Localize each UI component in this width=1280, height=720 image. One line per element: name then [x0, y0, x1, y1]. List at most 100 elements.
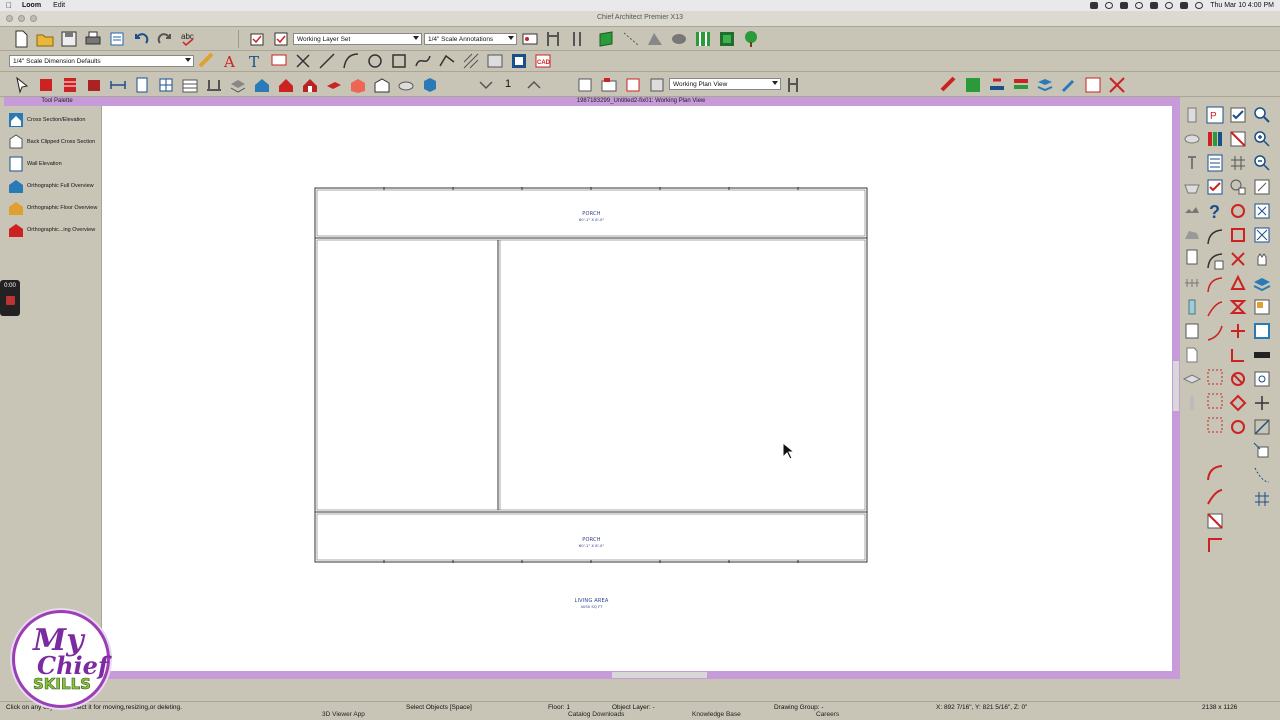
fence-icon[interactable] — [1182, 273, 1202, 293]
tool-palette-header[interactable]: Tool Palette — [4, 97, 110, 106]
callout-icon[interactable] — [270, 52, 288, 70]
room-label-living-area[interactable]: LIVING AREA 4050 SQ FT — [559, 599, 624, 610]
clock-text[interactable]: Thu Mar 10 4:00 PM — [1210, 2, 1274, 9]
line-tool-icon[interactable] — [318, 52, 336, 70]
layer-display-icon[interactable] — [248, 30, 266, 48]
link-careers[interactable]: Careers — [816, 711, 839, 718]
layers-blue-icon[interactable] — [1252, 273, 1272, 293]
room-tool-icon[interactable] — [349, 76, 367, 94]
dimension-angle-icon[interactable] — [1252, 417, 1272, 437]
redo-icon[interactable] — [156, 30, 174, 48]
stone-icon[interactable] — [1182, 225, 1202, 245]
cabinet-small-icon[interactable] — [1182, 321, 1202, 341]
floor-down-icon[interactable] — [477, 76, 495, 94]
edit-grid-icon[interactable] — [1228, 129, 1248, 149]
arc-edit-icon[interactable] — [1205, 251, 1225, 271]
saved-views-icon[interactable] — [648, 76, 666, 94]
zoom-in-icon[interactable] — [1252, 129, 1272, 149]
palette-item-wall-elevation[interactable]: Wall Elevation — [7, 155, 62, 173]
floor-plan[interactable] — [102, 106, 1172, 671]
material-list-icon[interactable] — [1084, 76, 1102, 94]
palette-item-cross-section[interactable]: Cross Section/Elevation — [7, 111, 85, 129]
new-plan-icon[interactable] — [12, 30, 30, 48]
pan-icon[interactable] — [1252, 249, 1272, 269]
box-red-icon[interactable] — [1228, 225, 1248, 245]
arc-tool-icon[interactable] — [342, 52, 360, 70]
clock-icon[interactable] — [1135, 2, 1144, 9]
edit-box-icon[interactable] — [1228, 105, 1248, 125]
layer-set-select[interactable]: Working Layer Set — [293, 33, 422, 45]
spell-check-icon[interactable]: abc — [180, 30, 198, 48]
view-title-bar[interactable]: 1987183299_Untitled2-fix01: Working Plan… — [102, 97, 1180, 106]
layout-icon[interactable]: P — [1205, 105, 1225, 125]
polyline-tool-icon[interactable] — [438, 52, 456, 70]
recorder-widget[interactable]: 0:00 — [0, 280, 20, 316]
ceiling-icon[interactable] — [397, 76, 415, 94]
tray-icon[interactable] — [1182, 369, 1202, 389]
list-icon[interactable] — [1205, 153, 1225, 173]
default-settings-icon[interactable] — [568, 30, 586, 48]
garage-icon[interactable] — [373, 76, 391, 94]
print-preview-icon[interactable] — [108, 30, 126, 48]
sync-icon[interactable] — [1105, 2, 1114, 9]
no-entry-red-icon[interactable] — [1228, 369, 1248, 389]
circle-red-icon[interactable] — [1228, 201, 1248, 221]
picture-tool-icon[interactable] — [486, 52, 504, 70]
wifi-icon[interactable] — [1165, 2, 1174, 9]
room-label-porch-top[interactable]: PORCH 60'-1" X 8'-0" — [564, 212, 619, 223]
plus-icon[interactable] — [1252, 393, 1272, 413]
floor-up-icon[interactable] — [525, 76, 543, 94]
terrain-break-icon[interactable] — [670, 30, 688, 48]
hourglass-red-icon[interactable] — [1228, 297, 1248, 317]
palette-item-ortho-floor[interactable]: Orthographic Floor Overview — [7, 199, 97, 217]
plant-image-icon[interactable] — [718, 30, 736, 48]
curve-alt-icon[interactable] — [1205, 299, 1225, 319]
dimension-defaults-select[interactable]: 1/4" Scale Dimension Defaults — [9, 55, 194, 67]
horizontal-scrollbar[interactable] — [102, 671, 1180, 679]
select-group-icon[interactable] — [1205, 367, 1225, 387]
grid-blue-icon[interactable] — [1252, 489, 1272, 509]
elevation-point-icon[interactable] — [622, 30, 640, 48]
ring-red-icon[interactable] — [1228, 417, 1248, 437]
edit-objects-icon[interactable] — [37, 76, 55, 94]
layer-stack-icon[interactable] — [1036, 76, 1054, 94]
menu-app-name[interactable]: Loom — [22, 2, 41, 9]
delete-icon[interactable] — [294, 52, 312, 70]
roof-tool-icon[interactable] — [277, 76, 295, 94]
cube-icon[interactable] — [421, 76, 439, 94]
corner-icon[interactable] — [1205, 535, 1225, 555]
settings-icon[interactable] — [1120, 2, 1129, 9]
faucet-icon[interactable] — [1182, 153, 1202, 173]
vertical-scroll-thumb[interactable] — [1173, 361, 1179, 411]
room-label-porch-bottom[interactable]: PORCH 60'-1" X 8'-0" — [564, 538, 619, 549]
road-icon[interactable] — [694, 30, 712, 48]
drawing-canvas[interactable]: PORCH 60'-1" X 8'-0" PORCH 60'-1" X 8'-0… — [102, 106, 1172, 671]
stop-recording-icon[interactable] — [5, 296, 15, 305]
spline-tool-icon[interactable] — [414, 52, 432, 70]
undo-icon[interactable] — [132, 30, 150, 48]
window-tool-icon[interactable] — [157, 76, 175, 94]
annotation-set-select[interactable]: 1/4" Scale Annotations — [424, 33, 517, 45]
terrain-feature-icon[interactable] — [646, 30, 664, 48]
record-icon[interactable] — [1090, 2, 1099, 9]
plant-icon[interactable] — [742, 30, 760, 48]
palette-item-ortho-full[interactable]: Orthographic Full Overview — [7, 177, 94, 195]
save-view-icon[interactable] — [624, 76, 642, 94]
zoom-out-icon[interactable] — [1252, 153, 1272, 173]
select-area-icon[interactable] — [1205, 415, 1225, 435]
mirror-icon[interactable] — [1108, 76, 1126, 94]
door-tool-icon[interactable] — [133, 76, 151, 94]
control-center-icon[interactable] — [1195, 2, 1204, 9]
cad-block-icon[interactable]: CAD — [534, 52, 552, 70]
eyedropper-icon[interactable] — [1060, 76, 1078, 94]
dark-bar-icon[interactable] — [1252, 345, 1272, 365]
search-icon[interactable] — [1180, 2, 1189, 9]
link-catalog-downloads[interactable]: Catalog Downloads — [568, 711, 624, 718]
preferences-icon[interactable] — [544, 30, 562, 48]
select-box-icon[interactable] — [1205, 391, 1225, 411]
dimension-icon[interactable] — [198, 52, 216, 70]
frame-icon[interactable] — [1252, 321, 1272, 341]
materials-icon[interactable] — [940, 76, 958, 94]
break-line-icon[interactable] — [1205, 511, 1225, 531]
sink-icon[interactable] — [1182, 129, 1202, 149]
